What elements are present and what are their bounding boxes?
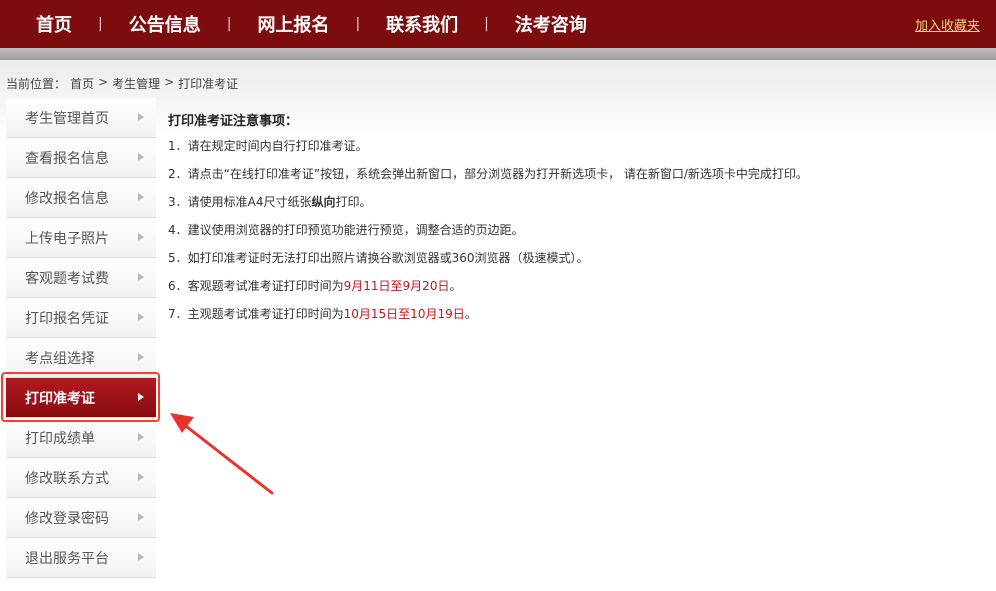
notice-item: 6．客观题考试准考证打印时间为9月11日至9月20日。 [168,278,968,306]
sidebar-item-print-receipt[interactable]: 打印报名凭证 [6,298,156,338]
triangle-right-icon [138,273,144,281]
notice-title: 打印准考证注意事项： [168,114,299,129]
breadcrumb-separator: > [164,75,175,89]
sidebar-item-label: 考生管理首页 [25,110,109,127]
triangle-right-icon [138,513,144,521]
red-arrow-icon [170,413,274,495]
triangle-right-icon [138,393,144,401]
sidebar-menu: 考生管理首页 查看报名信息 修改报名信息 上传电子照片 客观题考试费 打印报名凭… [6,98,156,578]
nav-separator: | [355,16,361,32]
sidebar-item-label: 考点组选择 [25,350,95,367]
sidebar-item-label: 修改报名信息 [25,190,109,207]
notice-item: 7．主观题考试准考证打印时间为10月15日至10月19日。 [168,306,968,334]
breadcrumb-section[interactable]: 考生管理 [112,75,160,92]
sidebar-item-label: 修改登录密码 [25,510,109,527]
nav-online-registration[interactable]: 网上报名 [257,11,329,37]
triangle-right-icon [138,233,144,241]
breadcrumb-separator: > [98,75,109,89]
nav-separator: | [226,16,232,32]
sidebar-item-change-password[interactable]: 修改登录密码 [6,498,156,538]
notice-text: 3．请使用标准A4尺寸纸张 [168,195,312,209]
nav-consultation[interactable]: 法考咨询 [515,11,587,37]
notice-text: 1．请在规定时间内自行打印准考证。 [168,139,368,153]
sidebar-item-print-scores[interactable]: 打印成绩单 [6,418,156,458]
main-nav: 首页 | 公告信息 | 网上报名 | 联系我们 | 法考咨询 [36,0,587,48]
breadcrumb: 当前位置： 首页 > 考生管理 > 打印准考证 [6,75,238,92]
nav-home[interactable]: 首页 [36,11,72,37]
triangle-right-icon [138,193,144,201]
notice-panel: 打印准考证注意事项： 1．请在规定时间内自行打印准考证。 2．请点击“在线打印准… [168,110,968,334]
notice-list: 1．请在规定时间内自行打印准考证。 2．请点击“在线打印准考证”按钮，系统会弹出… [168,138,968,334]
notice-text: 打印。 [335,195,372,209]
triangle-right-icon [138,113,144,121]
sidebar-item-label: 修改联系方式 [25,470,109,487]
sidebar-item-home[interactable]: 考生管理首页 [6,98,156,138]
nav-contact-us[interactable]: 联系我们 [386,11,458,37]
notice-text: 2．请点击“在线打印准考证”按钮，系统会弹出新窗口，部分浏览器为打开新选项卡， … [168,167,808,181]
notice-text: 7．主观题考试准考证打印时间为 [168,307,344,321]
nav-separator: | [484,16,489,32]
notice-item: 4．建议使用浏览器的打印预览功能进行预览，调整合适的页边距。 [168,222,968,250]
sidebar-item-label: 打印准考证 [25,390,95,407]
sidebar-item-label: 打印报名凭证 [25,310,109,327]
sidebar-item-logout[interactable]: 退出服务平台 [6,538,156,578]
notice-item: 2．请点击“在线打印准考证”按钮，系统会弹出新窗口，部分浏览器为打开新选项卡， … [168,166,968,194]
notice-item: 1．请在规定时间内自行打印准考证。 [168,138,968,166]
sidebar-item-label: 退出服务平台 [25,550,109,567]
triangle-right-icon [138,153,144,161]
sidebar-item-label: 上传电子照片 [25,230,109,247]
breadcrumb-current: 打印准考证 [178,77,239,91]
sidebar-item-label: 客观题考试费 [25,270,109,287]
sidebar-item-upload-photo[interactable]: 上传电子照片 [6,218,156,258]
notice-text: 。 [449,279,462,293]
breadcrumb-label: 当前位置： [6,77,67,91]
sidebar-item-exam-fee[interactable]: 客观题考试费 [6,258,156,298]
notice-text: 6．客观题考试准考证打印时间为 [168,279,344,293]
notice-text: 5．如打印准考证时无法打印出照片请换谷歌浏览器或360浏览器（极速模式）。 [168,251,589,265]
notice-text: 。 [464,307,477,321]
nav-announcements[interactable]: 公告信息 [129,11,201,37]
objective-print-dates: 9月11日至9月20日 [343,279,450,293]
sidebar-item-view-registration[interactable]: 查看报名信息 [6,138,156,178]
notice-emphasis: 纵向 [311,195,336,209]
triangle-right-icon [138,313,144,321]
triangle-right-icon [138,433,144,441]
add-favorite-link[interactable]: 加入收藏夹 [915,15,980,34]
notice-item: 5．如打印准考证时无法打印出照片请换谷歌浏览器或360浏览器（极速模式）。 [168,250,968,278]
sidebar-item-edit-registration[interactable]: 修改报名信息 [6,178,156,218]
sidebar-item-label: 查看报名信息 [25,150,109,167]
sidebar-item-edit-contact[interactable]: 修改联系方式 [6,458,156,498]
notice-item: 3．请使用标准A4尺寸纸张纵向打印。 [168,194,968,222]
subjective-print-dates: 10月15日至10月19日 [343,307,465,321]
breadcrumb-home[interactable]: 首页 [70,75,94,92]
nav-separator: | [98,16,103,32]
triangle-right-icon [138,553,144,561]
sidebar-item-test-center[interactable]: 考点组选择 [6,338,156,378]
triangle-right-icon [138,353,144,361]
triangle-right-icon [138,473,144,481]
header-divider [0,48,996,60]
top-navigation-bar: 首页 | 公告信息 | 网上报名 | 联系我们 | 法考咨询 加入收藏夹 [0,0,996,48]
sidebar-item-label: 打印成绩单 [25,430,95,447]
sidebar-item-print-admission-ticket[interactable]: 打印准考证 [6,378,156,418]
notice-text: 4．建议使用浏览器的打印预览功能进行预览，调整合适的页边距。 [168,223,524,237]
